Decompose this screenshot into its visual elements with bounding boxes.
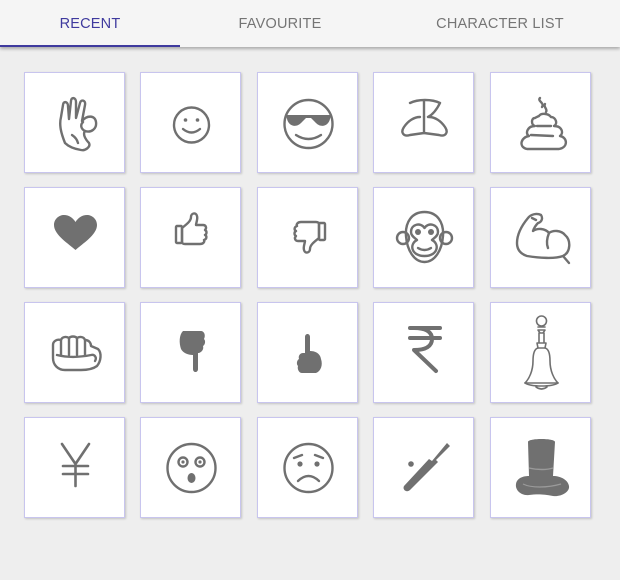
emoji-grid [24,72,594,522]
thumbs-up-icon [174,212,208,246]
emoji-tile-heart[interactable] [24,187,125,288]
monkey-face-icon [395,210,454,264]
flexed-biceps-icon [515,212,571,265]
rupee-sign-icon [408,326,442,373]
tab-character-list[interactable]: CHARACTER LIST [380,0,620,47]
thumbs-down-icon [293,220,327,254]
fist-icon [51,335,102,372]
active-tab-indicator [0,45,180,47]
emoji-tile-pointing-down[interactable] [140,302,241,403]
tab-favourite[interactable]: FAVOURITE [180,0,380,47]
sunglasses-face-icon [283,98,334,150]
tab-recent[interactable]: RECENT [0,0,180,47]
emoji-tile-cricket-bat[interactable] [373,417,474,518]
pointing-up-icon [296,334,322,373]
emoji-tile-pointing-up[interactable] [257,302,358,403]
smiley-face-icon [172,106,211,144]
tab-character-list-label: CHARACTER LIST [436,15,564,32]
bell-icon [524,315,559,390]
emoji-tile-poop[interactable] [490,72,591,173]
emoji-tile-ok-hand[interactable] [24,72,125,173]
emoji-tile-monkey[interactable] [373,187,474,288]
emoji-tile-top-hat[interactable] [490,417,591,518]
tab-bar: RECENT FAVOURITE CHARACTER LIST [0,0,620,47]
tab-favourite-label: FAVOURITE [238,15,322,32]
folded-hands-icon [401,98,448,137]
heart-icon [54,215,97,250]
emoji-tile-astonished[interactable] [140,417,241,518]
tab-recent-label: RECENT [59,15,121,32]
emoji-tile-folded-hands[interactable] [373,72,474,173]
top-hat-icon [515,439,570,497]
emoji-tile-thumbs-up[interactable] [140,187,241,288]
emoji-tile-sunglasses[interactable] [257,72,358,173]
poop-icon [520,96,568,151]
emoji-tile-rupee[interactable] [373,302,474,403]
emoji-tile-worried[interactable] [257,417,358,518]
cricket-bat-icon [403,443,450,492]
astonished-face-icon [166,442,217,494]
emoji-tile-bell[interactable] [490,302,591,403]
emoji-tile-yen[interactable] [24,417,125,518]
pointing-down-icon [179,331,206,372]
worried-face-icon [283,442,334,494]
emoji-tile-thumbs-down[interactable] [257,187,358,288]
emoji-tile-biceps[interactable] [490,187,591,288]
emoji-tile-smiley[interactable] [140,72,241,173]
emoji-tile-fist[interactable] [24,302,125,403]
ok-hand-icon [59,96,98,152]
yen-sign-icon [60,442,91,488]
